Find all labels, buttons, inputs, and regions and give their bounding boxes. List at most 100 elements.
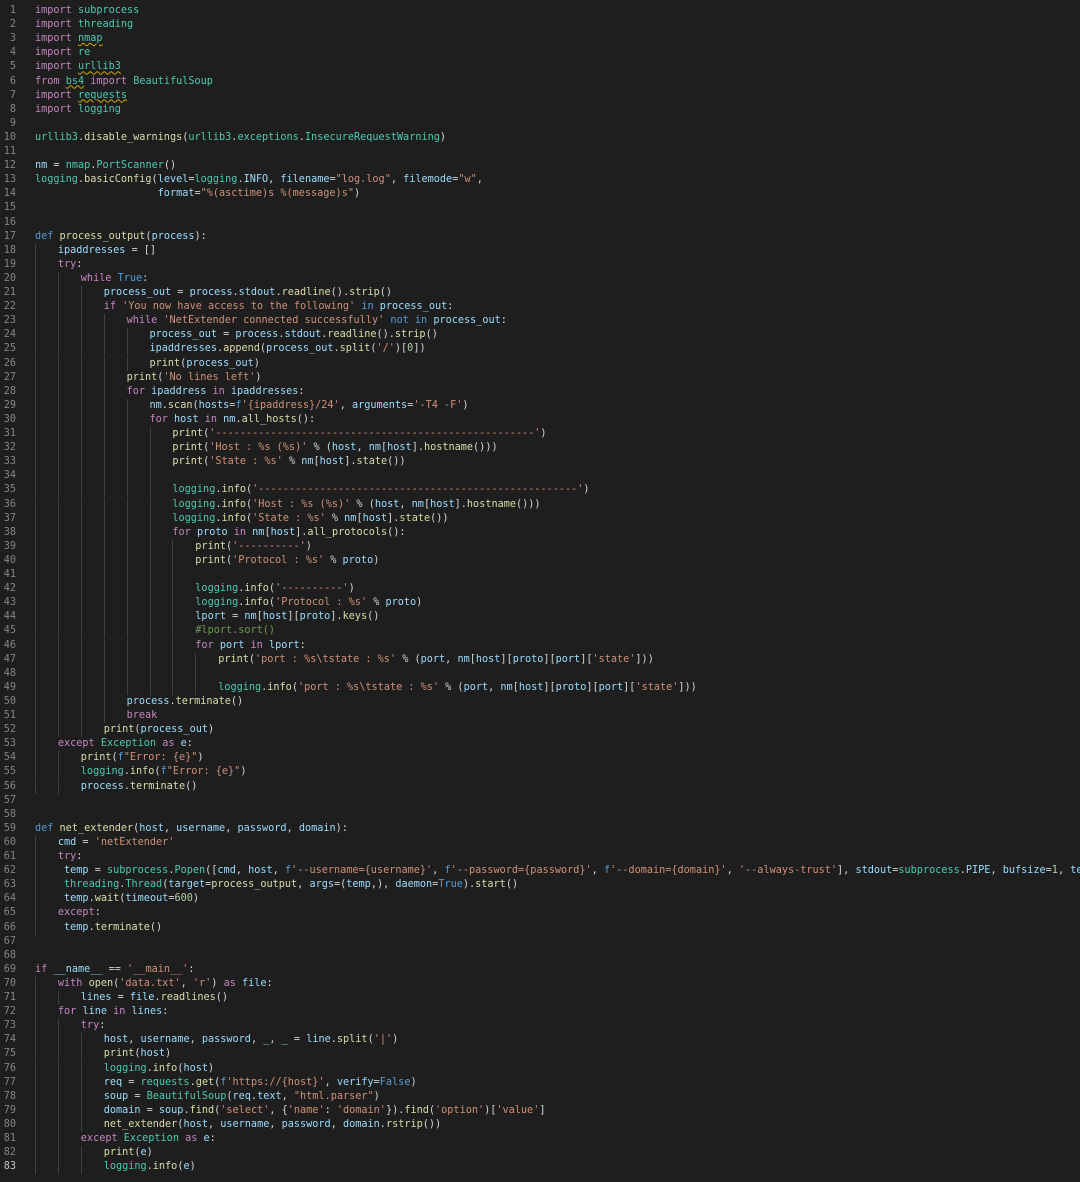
code-line[interactable]: 73 try:	[0, 1019, 1080, 1034]
code-line[interactable]: 16	[0, 216, 1080, 230]
code-line[interactable]: 26 print(process_out)	[0, 356, 1080, 371]
code-line[interactable]: 56 process.terminate()	[0, 779, 1080, 794]
code-line[interactable]: 35 logging.info('------------------------…	[0, 483, 1080, 498]
code-line[interactable]: 25 ipaddresses.append(process_out.split('…	[0, 342, 1080, 357]
code-line[interactable]: 63 threading.Thread(target=process_outpu…	[0, 878, 1080, 893]
code-line[interactable]: 51 break	[0, 709, 1080, 723]
code-line[interactable]: 18 ipaddresses = []	[0, 243, 1080, 258]
code-line[interactable]: 21 process_out = process.stdout.readline(…	[0, 286, 1080, 300]
code-line[interactable]: 81 except Exception as e:	[0, 1132, 1080, 1146]
code-line[interactable]: 72 for line in lines:	[0, 1005, 1080, 1020]
code-line[interactable]: 8 import logging	[0, 103, 1080, 117]
code-line[interactable]: 46 for port in lport:	[0, 638, 1080, 653]
code-line[interactable]: 34	[0, 469, 1080, 484]
code-line[interactable]: 32 print('Host : %s (%s)' % (host, nm[hos…	[0, 441, 1080, 456]
code-line[interactable]: 17 def process_output(process):	[0, 230, 1080, 244]
code-line[interactable]: 69 if __name__ == '__main__':	[0, 963, 1080, 977]
code-line[interactable]: 77 req = requests.get(f'https://{host}', …	[0, 1075, 1080, 1090]
code-line[interactable]: 67	[0, 935, 1080, 949]
line-number: 12	[3, 160, 16, 172]
code-line[interactable]: 44 lport = nm[host][proto].keys()	[0, 610, 1080, 625]
code-line[interactable]: 22 if 'You now have access to the followi…	[0, 300, 1080, 315]
code-line[interactable]: 75 print(host)	[0, 1047, 1080, 1062]
code-line[interactable]: 14 format="%(asctime)s %(message)s")	[0, 187, 1080, 201]
code-line[interactable]: 31 print('-------------------------------…	[0, 427, 1080, 441]
code-line[interactable]: 47 print('port : %s\tstate : %s' % (port,…	[0, 652, 1080, 667]
code-line[interactable]: 36 logging.info('Host : %s (%s)' % (host,…	[0, 497, 1080, 512]
code-line[interactable]: 76 logging.info(host)	[0, 1061, 1080, 1076]
code-line[interactable]: 41	[0, 568, 1080, 582]
code-line[interactable]: 11	[0, 145, 1080, 159]
code-line[interactable]: 13 logging.basicConfig(level=logging.INFO…	[0, 173, 1080, 187]
code-line[interactable]: 64 temp.wait(timeout=600)	[0, 892, 1080, 907]
code-token: timeout	[125, 893, 169, 905]
line-number: 73	[3, 1020, 16, 1032]
code-line[interactable]: 53 except Exception as e:	[0, 737, 1080, 752]
code-line[interactable]: 3 import nmap	[0, 32, 1080, 46]
code-line[interactable]: 5 import urllib3	[0, 60, 1080, 74]
code-line[interactable]: 66 temp.terminate()	[0, 920, 1080, 935]
code-line[interactable]: 9	[0, 117, 1080, 131]
code-line[interactable]: 52 print(process_out)	[0, 723, 1080, 738]
code-line[interactable]: 68	[0, 949, 1080, 963]
code-token: with	[57, 977, 83, 989]
indent-guide	[80, 610, 82, 625]
code-line[interactable]: 60 cmd = 'netExtender'	[0, 835, 1080, 850]
code-line[interactable]: 55 logging.info(f"Error: {e}")	[0, 765, 1080, 780]
indent-guide	[149, 553, 151, 568]
code-line[interactable]: 23 while 'NetExtender connected successfu…	[0, 314, 1080, 329]
code-line[interactable]: 7 import requests	[0, 89, 1080, 103]
code-line[interactable]: 6 from bs4 import BeautifulSoup	[0, 75, 1080, 89]
code-line[interactable]: 10 urllib3.disable_warnings(urllib3.excep…	[0, 131, 1080, 145]
code-line[interactable]: 4 import re	[0, 46, 1080, 60]
code-line[interactable]: 50 process.terminate()	[0, 694, 1080, 709]
code-line[interactable]: 45 #lport.sort()	[0, 624, 1080, 639]
code-text: logging.info('----------')	[195, 582, 355, 596]
indent-guide	[195, 652, 197, 667]
code-line[interactable]: 71 lines = file.readlines()	[0, 991, 1080, 1005]
code-line[interactable]: 57	[0, 794, 1080, 808]
code-line[interactable]: 43 logging.info('Protocol : %s' % proto)	[0, 596, 1080, 611]
code-line[interactable]: 42 logging.info('----------')	[0, 582, 1080, 597]
code-line[interactable]: 80 net_extender(host, username, password,…	[0, 1117, 1080, 1132]
code-line[interactable]: 40 print('Protocol : %s' % proto)	[0, 553, 1080, 568]
code-line[interactable]: 19 try:	[0, 257, 1080, 272]
code-token: print	[172, 456, 204, 468]
code-line[interactable]: 27 print('No lines left')	[0, 370, 1080, 385]
code-line[interactable]: 38 for proto in nm[host].all_protocols():	[0, 525, 1080, 540]
code-line[interactable]: 78 soup = BeautifulSoup(req.text, "html.p…	[0, 1089, 1080, 1104]
code-editor[interactable]: 1 import subprocess 2 import threading 3 impo…	[0, 0, 1080, 1182]
code-line[interactable]: 37 logging.info('State : %s' % nm[host].s…	[0, 511, 1080, 526]
code-line[interactable]: 61 try:	[0, 850, 1080, 864]
code-line[interactable]: 33 print('State : %s' % nm[host].state())	[0, 455, 1080, 470]
code-line[interactable]: 2 import threading	[0, 18, 1080, 32]
code-line[interactable]: 79 domain = soup.find('select', {'name': …	[0, 1103, 1080, 1118]
code-line[interactable]: 82 print(e)	[0, 1146, 1080, 1161]
code-line[interactable]: 29 nm.scan(hosts=f'{ipaddress}/24', argum…	[0, 398, 1080, 413]
code-line[interactable]: 59 def net_extender(host, username, passw…	[0, 822, 1080, 836]
code-line[interactable]: 58	[0, 808, 1080, 822]
code-line[interactable]: 39 print('----------')	[0, 539, 1080, 554]
code-line[interactable]: 20 while True:	[0, 271, 1080, 286]
code-line[interactable]: 49 logging.info('port : %s\tstate : %s' %…	[0, 680, 1080, 695]
code-token: username	[140, 1034, 190, 1046]
code-token: readlines	[160, 992, 216, 1003]
code-line[interactable]: 83 logging.info(e)	[0, 1160, 1080, 1175]
code-line[interactable]: 54 print(f"Error: {e}")	[0, 751, 1080, 766]
code-line[interactable]: 70 with open('data.txt', 'r') as file:	[0, 976, 1080, 991]
code-line[interactable]: 62 temp = subprocess.Popen([cmd, host, f…	[0, 864, 1080, 879]
code-token: BeautifulSoup	[146, 1090, 227, 1102]
indent-guide	[57, 991, 59, 1005]
code-line[interactable]: 74 host, username, password, _, _ = line.…	[0, 1033, 1080, 1048]
code-line[interactable]: 30 for host in nm.all_hosts():	[0, 412, 1080, 427]
code-text: with open('data.txt', 'r') as file:	[58, 977, 273, 991]
code-line[interactable]: 28 for ipaddress in ipaddresses:	[0, 384, 1080, 399]
code-line[interactable]: 1 import subprocess	[0, 4, 1080, 18]
code-line[interactable]: 15	[0, 201, 1080, 215]
code-text: net_extender(host, username, password, d…	[104, 1118, 441, 1132]
code-line[interactable]: 48	[0, 666, 1080, 681]
code-line[interactable]: 65 except:	[0, 906, 1080, 921]
code-line[interactable]: 12 nm = nmap.PortScanner()	[0, 159, 1080, 173]
code-line[interactable]: 24 process_out = process.stdout.readline(…	[0, 328, 1080, 343]
code-token: ],	[837, 865, 856, 877]
